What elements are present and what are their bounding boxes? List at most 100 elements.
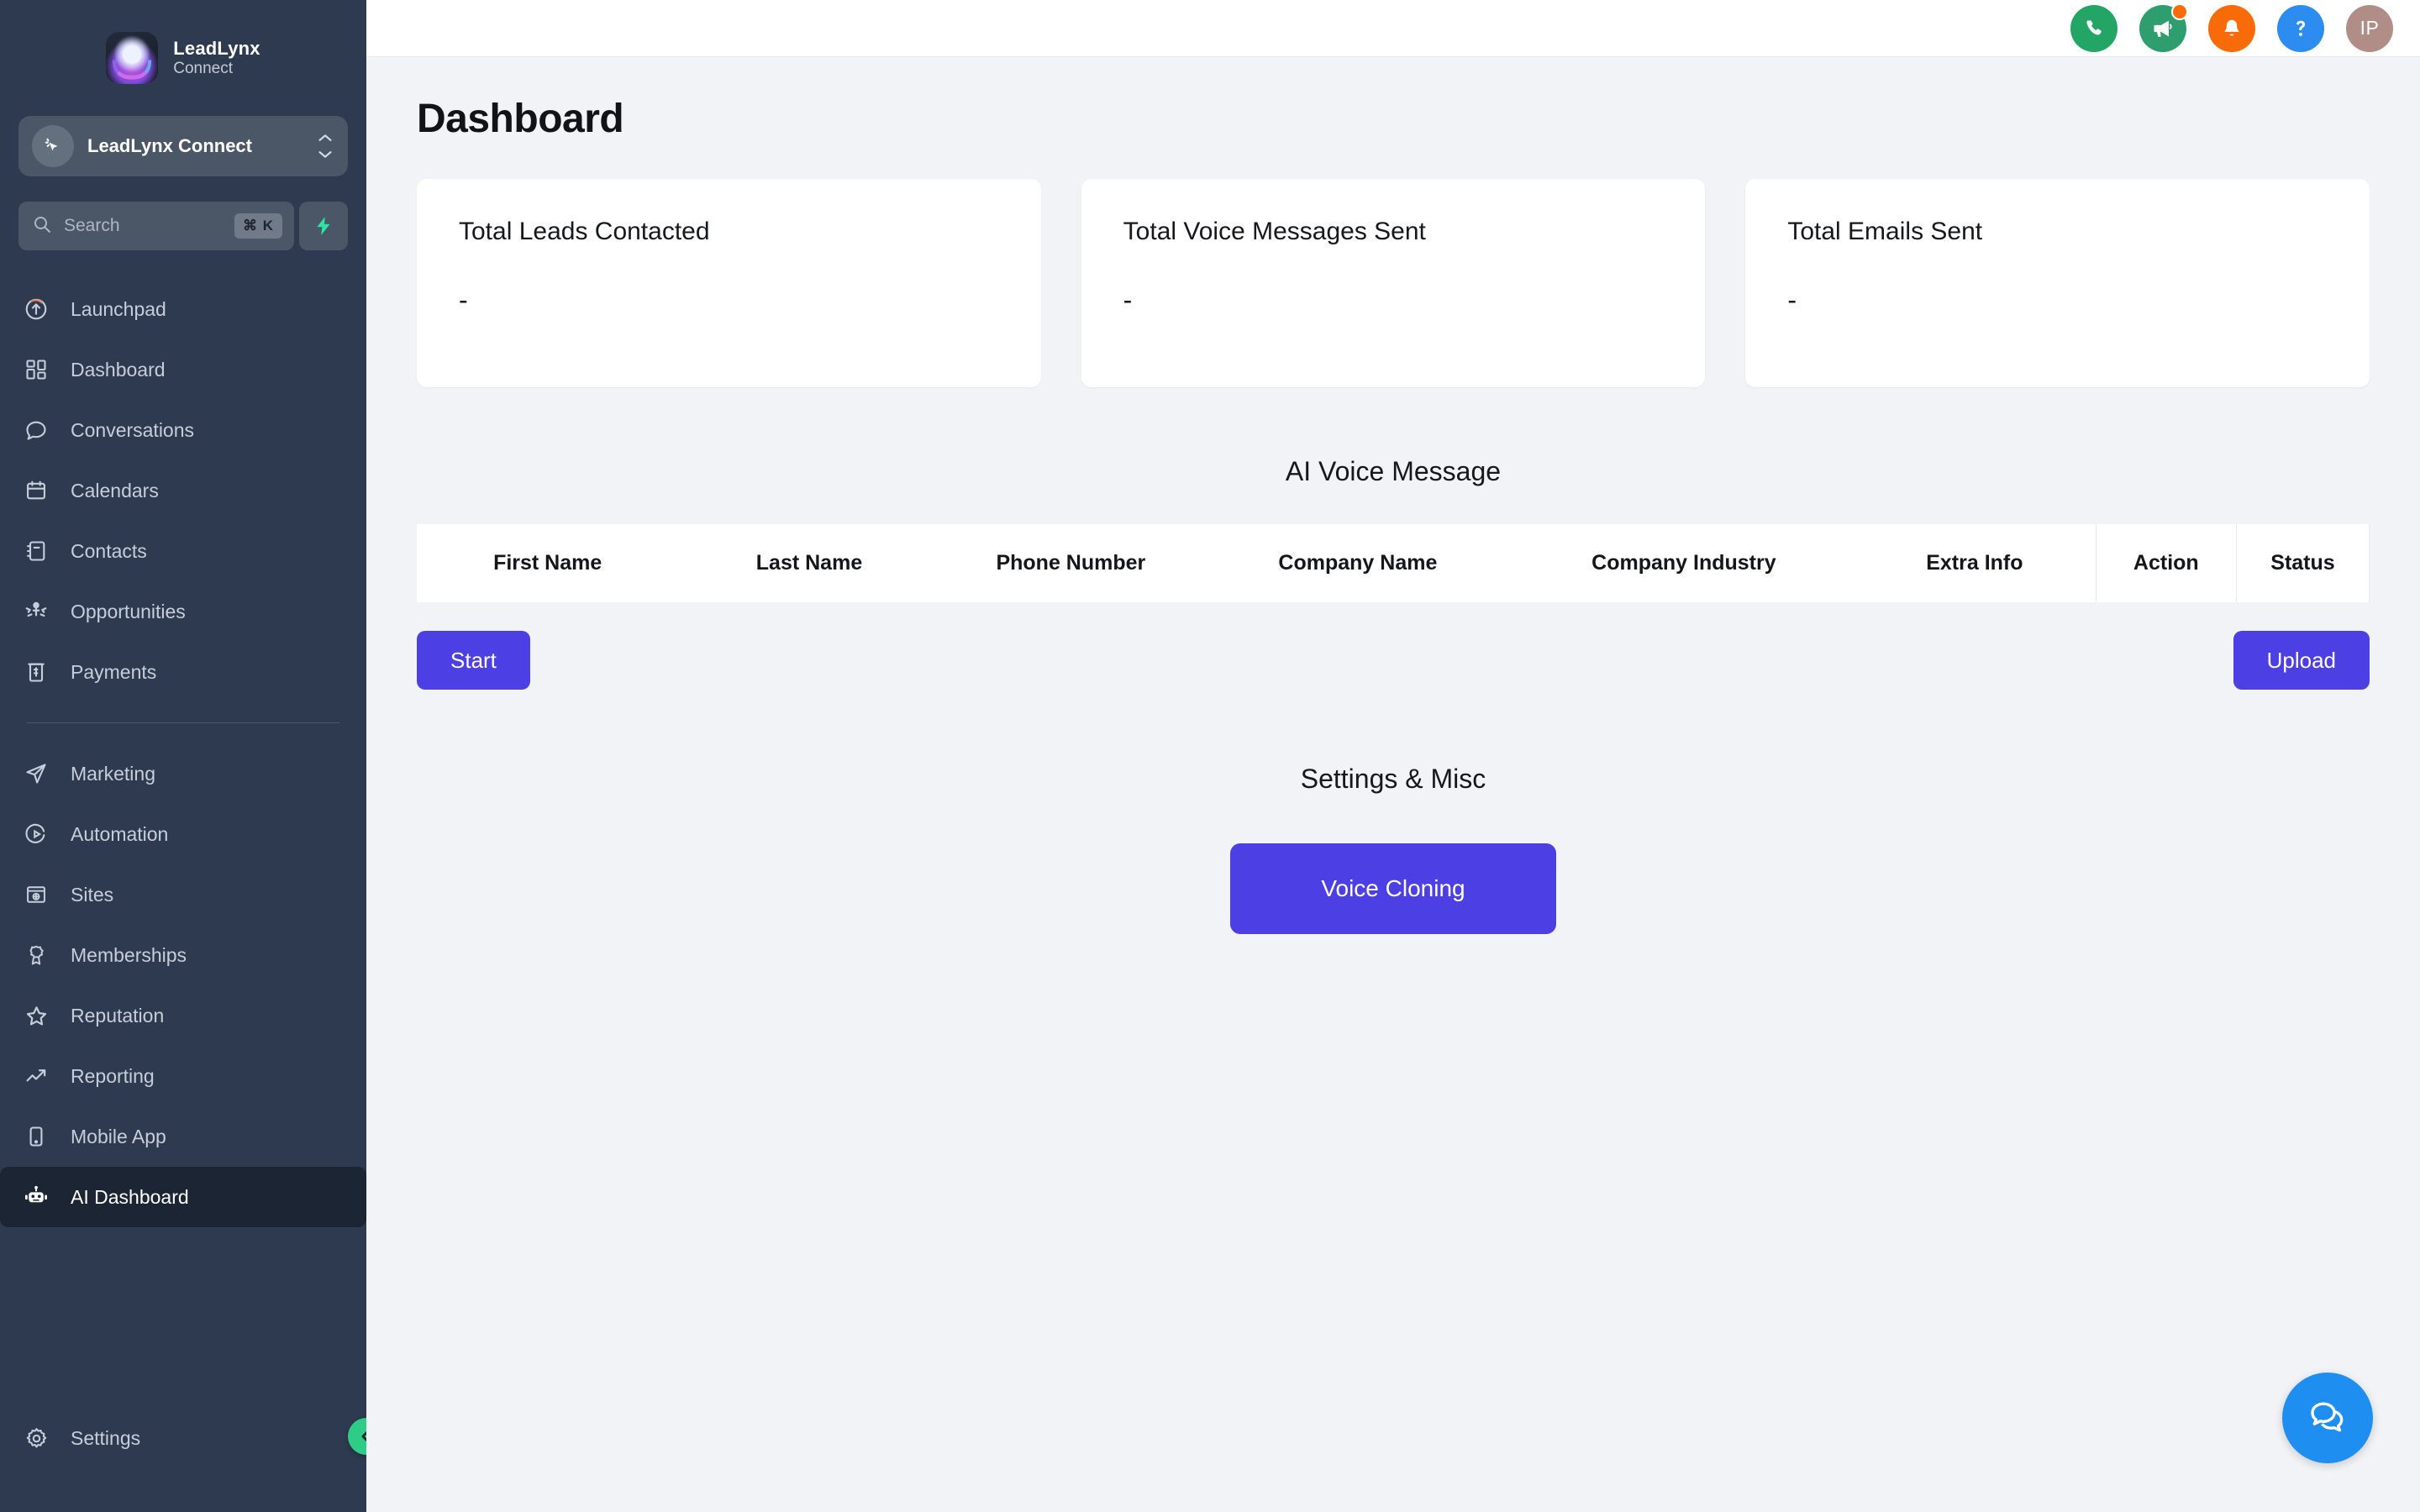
browser-globe-icon <box>22 880 50 909</box>
sidebar-item-calendars[interactable]: Calendars <box>0 460 366 521</box>
sidebar-item-label: AI Dashboard <box>71 1185 189 1208</box>
column-header-extra-info[interactable]: Extra Info <box>1854 524 2096 602</box>
sidebar-item-conversations[interactable]: Conversations <box>0 400 366 460</box>
column-header-company-industry[interactable]: Company Industry <box>1513 524 1854 602</box>
sidebar-item-label: Calendars <box>71 479 159 501</box>
column-header-action[interactable]: Action <box>2095 524 2237 602</box>
sidebar-item-label: Sites <box>71 883 114 906</box>
sidebar-item-opportunities[interactable]: Opportunities <box>0 581 366 642</box>
app-root: LeadLynx Connect LeadLynx Connect Search… <box>0 0 2420 1512</box>
chat-bubbles-icon[interactable] <box>2282 1373 2373 1463</box>
column-header-phone-number[interactable]: Phone Number <box>939 524 1202 602</box>
sidebar-item-automation[interactable]: Automation <box>0 804 366 864</box>
star-icon <box>22 1001 50 1030</box>
sidebar-item-memberships[interactable]: Memberships <box>0 925 366 985</box>
phone-icon[interactable] <box>2070 4 2118 52</box>
address-book-icon <box>22 537 50 565</box>
sidebar-item-sites[interactable]: Sites <box>0 864 366 925</box>
lightning-bolt-icon[interactable] <box>299 202 348 250</box>
play-circle-icon <box>22 820 50 848</box>
main-area: IP Dashboard Total Leads Contacted - Tot… <box>366 0 2420 1512</box>
award-ribbon-icon <box>22 941 50 969</box>
avatar[interactable]: IP <box>2346 4 2393 52</box>
brand: LeadLynx Connect <box>0 0 366 116</box>
sidebar-item-label: Memberships <box>71 943 187 966</box>
chat-bubble-icon <box>22 416 50 444</box>
sidebar-item-ai-dashboard[interactable]: AI Dashboard <box>0 1167 366 1227</box>
column-header-last-name[interactable]: Last Name <box>678 524 940 602</box>
sidebar-item-label: Settings <box>71 1426 141 1449</box>
brand-text: LeadLynx Connect <box>173 38 260 77</box>
sidebar-item-launchpad[interactable]: Launchpad <box>0 279 366 339</box>
sidebar-item-reporting[interactable]: Reporting <box>0 1046 366 1106</box>
page-content: Dashboard Total Leads Contacted - Total … <box>366 57 2420 1512</box>
sidebar-footer: Settings <box>0 1408 366 1512</box>
page-title: Dashboard <box>417 97 624 141</box>
search-row: Search ⌘ K <box>18 202 348 250</box>
sidebar-item-label: Opportunities <box>71 600 186 622</box>
sidebar-item-label: Dashboard <box>71 358 166 381</box>
brand-name: LeadLynx <box>173 38 260 60</box>
column-header-status[interactable]: Status <box>2236 524 2370 602</box>
mobile-phone-icon <box>22 1122 50 1151</box>
chevron-up-down-icon[interactable] <box>316 133 334 160</box>
voice-cloning-button[interactable]: Voice Cloning <box>1230 843 1556 934</box>
start-button[interactable]: Start <box>417 631 530 690</box>
column-header-first-name[interactable]: First Name <box>417 524 679 602</box>
ai-voice-message-heading: AI Voice Message <box>1285 456 1502 486</box>
sidebar-item-reputation[interactable]: Reputation <box>0 985 366 1046</box>
sidebar-item-label: Contacts <box>71 539 147 562</box>
upload-button[interactable]: Upload <box>2233 631 2370 690</box>
sidebar-item-mobile-app[interactable]: Mobile App <box>0 1106 366 1167</box>
search-placeholder: Search <box>64 216 120 235</box>
bell-icon[interactable] <box>2208 4 2255 52</box>
search-icon <box>32 214 52 239</box>
ai-voice-message-table: First Name Last Name Phone Number Compan… <box>417 524 2370 602</box>
stat-card-value: - <box>1123 285 1133 315</box>
calendar-icon <box>22 476 50 505</box>
grid-dashboard-icon <box>22 355 50 384</box>
search-input[interactable]: Search ⌘ K <box>18 202 294 250</box>
sidebar-nav: Launchpad Dashboard Conversations Calend… <box>0 279 366 1408</box>
rocket-launch-icon <box>22 295 50 323</box>
lynx-logo-icon <box>106 32 159 84</box>
sidebar-item-dashboard[interactable]: Dashboard <box>0 339 366 400</box>
settings-misc-heading: Settings & Misc <box>1300 764 1486 794</box>
robot-icon <box>22 1183 50 1211</box>
workspace-name: LeadLynx Connect <box>87 135 252 156</box>
sidebar-item-payments[interactable]: Payments <box>0 642 366 702</box>
column-header-company-name[interactable]: Company Name <box>1202 524 1514 602</box>
stat-card-emails-sent: Total Emails Sent - <box>1745 179 2370 387</box>
stat-card-title: Total Voice Messages Sent <box>1123 218 1426 245</box>
opportunities-person-icon <box>22 597 50 626</box>
sidebar: LeadLynx Connect LeadLynx Connect Search… <box>0 0 385 1512</box>
paper-plane-icon <box>22 759 50 788</box>
stat-card-value: - <box>459 285 468 315</box>
stat-card-voice-messages-sent: Total Voice Messages Sent - <box>1081 179 1706 387</box>
sidebar-item-label: Conversations <box>71 418 195 441</box>
table-header-row: First Name Last Name Phone Number Compan… <box>417 524 2370 602</box>
brand-subtitle: Connect <box>173 59 234 77</box>
search-shortcut-badge: ⌘ K <box>234 213 282 239</box>
sidebar-item-label: Marketing <box>71 762 155 785</box>
stat-cards: Total Leads Contacted - Total Voice Mess… <box>417 179 2370 387</box>
sidebar-item-label: Reputation <box>71 1004 165 1026</box>
cursor-click-icon <box>32 125 74 167</box>
trending-up-icon <box>22 1062 50 1090</box>
help-question-icon[interactable] <box>2277 4 2324 52</box>
megaphone-icon[interactable] <box>2139 3 2188 52</box>
sidebar-divider <box>27 722 339 723</box>
sidebar-item-contacts[interactable]: Contacts <box>0 521 366 581</box>
stat-card-value: - <box>1787 285 1797 315</box>
misc-actions: Voice Cloning <box>417 843 2370 934</box>
sidebar-item-label: Reporting <box>71 1064 155 1087</box>
workspace-switcher[interactable]: LeadLynx Connect <box>18 116 348 176</box>
stat-card-title: Total Leads Contacted <box>459 218 710 245</box>
notification-dot-badge <box>2171 3 2188 20</box>
sidebar-item-settings[interactable]: Settings <box>0 1408 366 1468</box>
sidebar-item-marketing[interactable]: Marketing <box>0 743 366 804</box>
table-actions: Start Upload <box>417 631 2370 690</box>
sidebar-item-label: Mobile App <box>71 1125 166 1147</box>
sidebar-item-label: Automation <box>71 822 169 845</box>
sidebar-item-label: Payments <box>71 660 157 683</box>
